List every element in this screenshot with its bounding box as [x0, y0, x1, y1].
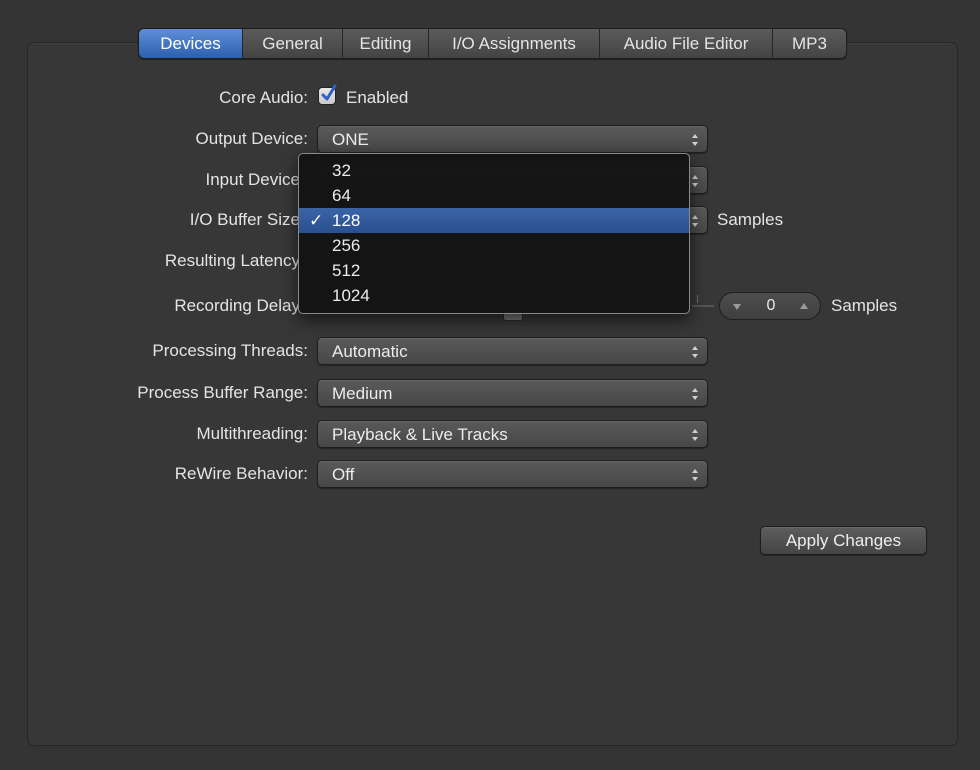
tab-io-assignments[interactable]: I/O Assignments	[428, 29, 599, 58]
output-device-label: Output Device:	[195, 129, 308, 148]
tab-mp3[interactable]: MP3	[772, 29, 846, 58]
tab-audio-file-editor[interactable]: Audio File Editor	[599, 29, 772, 58]
recording-delay-label: Recording Delay	[174, 296, 300, 315]
rewire-behavior-value: Off	[332, 465, 355, 484]
io-buffer-unit: Samples	[717, 210, 784, 229]
menu-item-label: 256	[332, 236, 361, 255]
io-buffer-size-label: I/O Buffer Size	[189, 210, 300, 229]
processing-threads-popup[interactable]: Automatic	[317, 337, 708, 365]
multithreading-value: Playback & Live Tracks	[332, 425, 508, 444]
recording-delay-unit: Samples	[831, 296, 898, 315]
updown-arrows-icon	[692, 388, 698, 400]
menu-item-label: 64	[332, 186, 351, 205]
rewire-behavior-popup[interactable]: Off	[317, 460, 708, 488]
recording-delay-slider[interactable]	[692, 305, 714, 307]
core-audio-enabled-label: Enabled	[346, 88, 409, 107]
checkmark-icon	[321, 84, 337, 101]
multithreading-label: Multithreading:	[196, 424, 308, 443]
menu-item-selected[interactable]: ✓ 128	[299, 208, 689, 233]
processing-threads-label: Processing Threads:	[152, 341, 308, 360]
recording-delay-stepper[interactable]: 0	[719, 292, 821, 320]
updown-arrows-icon	[692, 134, 698, 146]
updown-arrows-icon	[692, 215, 698, 227]
updown-arrows-icon	[692, 346, 698, 358]
process-buffer-range-value: Medium	[332, 384, 393, 403]
output-device-value: ONE	[332, 130, 369, 149]
menu-item[interactable]: 256	[299, 233, 689, 258]
processing-threads-value: Automatic	[332, 342, 408, 361]
checkmark-icon: ✓	[309, 211, 324, 230]
process-buffer-range-label: Process Buffer Range:	[137, 383, 308, 402]
menu-item[interactable]: 64	[299, 183, 689, 208]
menu-item-label: 512	[332, 261, 361, 280]
rewire-behavior-label: ReWire Behavior:	[174, 464, 308, 483]
buffer-size-menu: 32 64 ✓ 128 256 512 1024	[298, 153, 690, 314]
input-device-label: Input Device	[205, 170, 301, 189]
core-audio-checkbox[interactable]	[318, 84, 337, 105]
menu-item-label: 1024	[332, 286, 370, 305]
menu-item-label: 128	[332, 211, 361, 230]
triangle-up-icon[interactable]	[799, 302, 809, 310]
menu-item[interactable]: 1024	[299, 283, 689, 308]
core-audio-label: Core Audio:	[219, 88, 308, 107]
updown-arrows-icon	[692, 429, 698, 441]
process-buffer-range-popup[interactable]: Medium	[317, 379, 708, 407]
multithreading-popup[interactable]: Playback & Live Tracks	[317, 420, 708, 448]
updown-arrows-icon	[692, 469, 698, 481]
preferences-tabs: Devices General Editing I/O Assignments …	[138, 28, 847, 59]
slider-tick	[697, 295, 698, 303]
tab-general[interactable]: General	[242, 29, 342, 58]
menu-item[interactable]: 32	[299, 158, 689, 183]
updown-arrows-icon	[692, 175, 698, 187]
output-device-popup[interactable]: ONE	[317, 125, 708, 153]
menu-item[interactable]: 512	[299, 258, 689, 283]
resulting-latency-label: Resulting Latency	[164, 251, 300, 270]
tab-editing[interactable]: Editing	[342, 29, 428, 58]
apply-changes-button[interactable]: Apply Changes	[760, 526, 927, 555]
tab-devices[interactable]: Devices	[139, 29, 242, 58]
menu-item-label: 32	[332, 161, 351, 180]
